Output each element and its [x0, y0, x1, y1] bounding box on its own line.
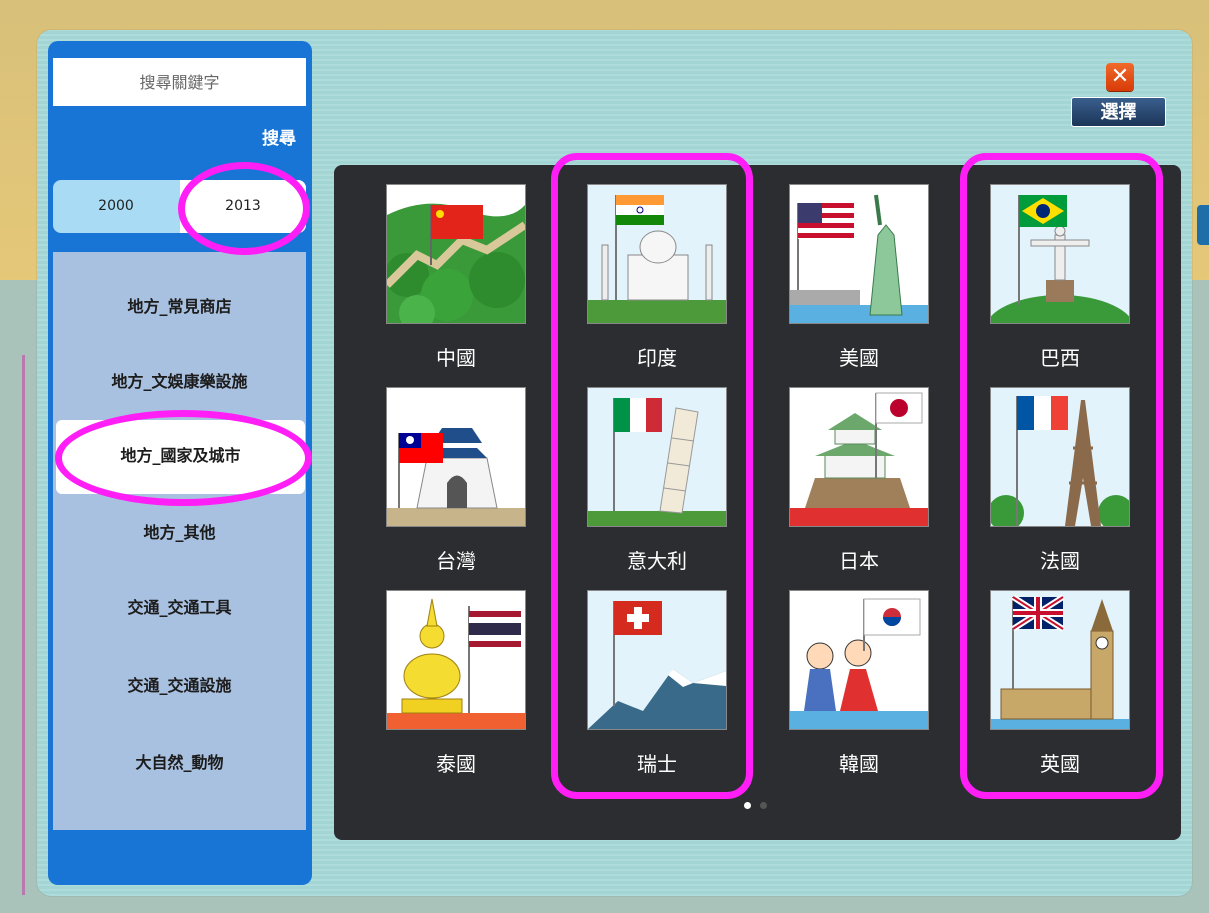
statue-of-liberty-us-flag-icon — [789, 184, 929, 324]
search-button[interactable]: 搜尋 — [236, 124, 296, 154]
search-input[interactable] — [53, 58, 306, 106]
gallery-item-label: 台灣 — [436, 549, 476, 573]
category-item[interactable]: 地方_其他 — [53, 497, 306, 569]
hanbok-children-korea-flag-icon — [789, 590, 929, 730]
gallery-item-label: 巴西 — [1040, 346, 1080, 370]
close-icon[interactable]: ✕ — [1106, 63, 1134, 91]
eiffel-tower-france-flag-icon — [990, 387, 1130, 527]
buddha-thailand-flag-icon — [386, 590, 526, 730]
category-list: 地方_常見商店 地方_文娛康樂設施 地方_國家及城市 地方_其他 交通_交通工具… — [53, 252, 306, 830]
category-item[interactable]: 大自然_動物 — [53, 727, 306, 799]
year-tab-2000[interactable]: 2000 — [53, 180, 179, 233]
background-stripe — [22, 355, 25, 895]
page-dot[interactable] — [760, 802, 767, 809]
memorial-hall-taiwan-flag-icon — [386, 387, 526, 527]
gallery-item-label: 日本 — [839, 549, 879, 573]
category-item-selected[interactable]: 地方_國家及城市 — [56, 420, 305, 494]
category-item[interactable]: 地方_常見商店 — [53, 271, 306, 343]
year-tab-2013[interactable]: 2013 — [180, 180, 306, 233]
select-button[interactable]: 選擇 — [1071, 97, 1166, 127]
castle-japan-flag-icon — [789, 387, 929, 527]
category-item[interactable]: 交通_交通設施 — [53, 650, 306, 722]
page-dot-active[interactable] — [744, 802, 751, 809]
gallery-item-label: 英國 — [1040, 752, 1080, 776]
year-selector: 2000 2013 — [53, 180, 306, 233]
great-wall-china-flag-icon — [386, 184, 526, 324]
gallery-item-label: 泰國 — [436, 752, 476, 776]
alps-switzerland-flag-icon — [587, 590, 727, 730]
gallery-item-label: 意大利 — [627, 549, 687, 573]
category-item[interactable]: 地方_文娛康樂設施 — [53, 346, 306, 418]
gallery-item-label: 瑞士 — [637, 752, 677, 776]
christ-redeemer-brazil-flag-icon — [990, 184, 1130, 324]
background-tab — [1197, 205, 1209, 245]
gallery-item-label: 中國 — [436, 346, 476, 370]
leaning-tower-italy-flag-icon — [587, 387, 727, 527]
taj-mahal-india-flag-icon — [587, 184, 727, 324]
gallery-item-label: 韓國 — [839, 752, 879, 776]
gallery-item-label: 法國 — [1040, 549, 1080, 573]
gallery-item-label: 美國 — [839, 346, 879, 370]
category-item[interactable]: 交通_交通工具 — [53, 572, 306, 644]
big-ben-uk-flag-icon — [990, 590, 1130, 730]
gallery-item-label: 印度 — [637, 346, 677, 370]
